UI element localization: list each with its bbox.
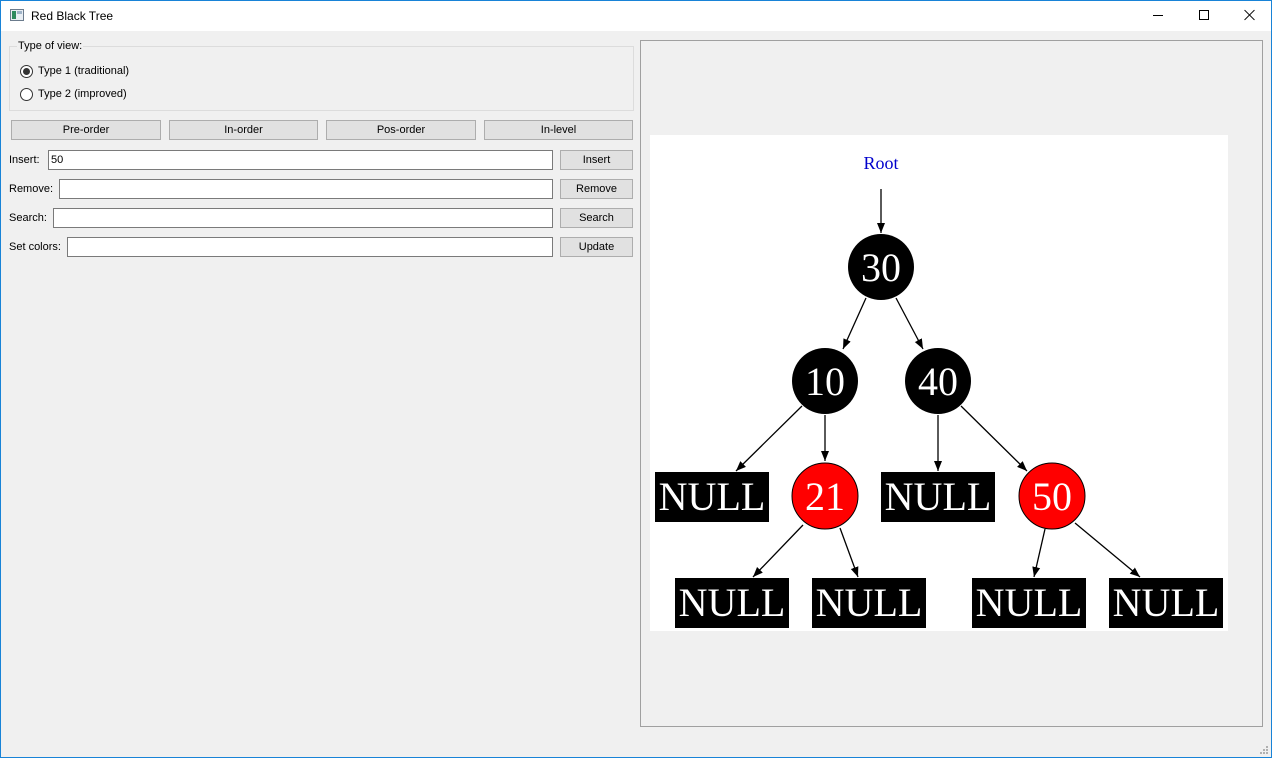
radio-type-1-label: Type 1 (traditional)	[38, 65, 130, 77]
maximize-icon	[1199, 10, 1209, 20]
title-bar[interactable]: Red Black Tree	[1, 1, 1271, 31]
radio-button-checked-icon[interactable]	[20, 65, 33, 78]
pos-order-button[interactable]: Pos-order	[326, 120, 476, 140]
tree-canvas: Root 30 10 40 21 50 NULL NULL NULL NULL …	[650, 135, 1228, 631]
set-colors-input[interactable]	[67, 237, 553, 257]
null-leaf-50-right-label: NULL	[1113, 580, 1220, 625]
close-button[interactable]	[1227, 1, 1272, 31]
tree-graph: Root 30 10 40 21 50 NULL NULL NULL NULL …	[655, 153, 1223, 628]
node-10-label: 10	[805, 359, 845, 404]
node-50-label: 50	[1032, 474, 1072, 519]
remove-label: Remove:	[9, 183, 54, 195]
minimize-button[interactable]	[1135, 1, 1181, 31]
null-leaf-21-right-label: NULL	[816, 580, 923, 625]
edge-10-null	[735, 405, 803, 472]
edge-21-null-left	[752, 524, 804, 578]
null-leaf-50-left-label: NULL	[976, 580, 1083, 625]
edge-21-null-right	[839, 527, 859, 578]
resize-grip-icon[interactable]	[1260, 746, 1268, 754]
insert-input[interactable]	[48, 150, 553, 170]
minimize-icon	[1153, 15, 1163, 16]
node-30-label: 30	[861, 245, 901, 290]
null-leaf-21-left-label: NULL	[679, 580, 786, 625]
edge-50-null-left	[1032, 528, 1046, 578]
edge-30-10	[842, 297, 867, 350]
root-label: Root	[863, 153, 898, 173]
update-button[interactable]: Update	[560, 237, 633, 257]
edge-40-50	[960, 405, 1028, 472]
node-40-label: 40	[918, 359, 958, 404]
set-colors-label: Set colors:	[9, 241, 61, 253]
in-level-button[interactable]: In-level	[484, 120, 633, 140]
remove-button[interactable]: Remove	[560, 179, 633, 199]
maximize-button[interactable]	[1181, 1, 1227, 31]
insert-label: Insert:	[9, 154, 40, 166]
view-type-group	[9, 46, 634, 111]
in-order-button[interactable]: In-order	[169, 120, 318, 140]
remove-input[interactable]	[59, 179, 553, 199]
view-type-group-title: Type of view:	[17, 40, 84, 52]
null-leaf-40-left-label: NULL	[885, 474, 992, 519]
pre-order-button[interactable]: Pre-order	[11, 120, 161, 140]
null-leaf-10-left-label: NULL	[659, 474, 766, 519]
edge-30-40	[895, 297, 924, 350]
search-button[interactable]: Search	[560, 208, 633, 228]
search-input[interactable]	[53, 208, 553, 228]
edge-50-null-right	[1074, 522, 1141, 578]
radio-type-2-label: Type 2 (improved)	[38, 88, 127, 100]
radio-button-icon[interactable]	[20, 88, 33, 101]
insert-button[interactable]: Insert	[560, 150, 633, 170]
search-label: Search:	[9, 212, 47, 224]
window-title: Red Black Tree	[31, 9, 114, 23]
node-21-label: 21	[805, 474, 845, 519]
app-icon	[10, 9, 24, 21]
close-icon	[1244, 9, 1256, 21]
